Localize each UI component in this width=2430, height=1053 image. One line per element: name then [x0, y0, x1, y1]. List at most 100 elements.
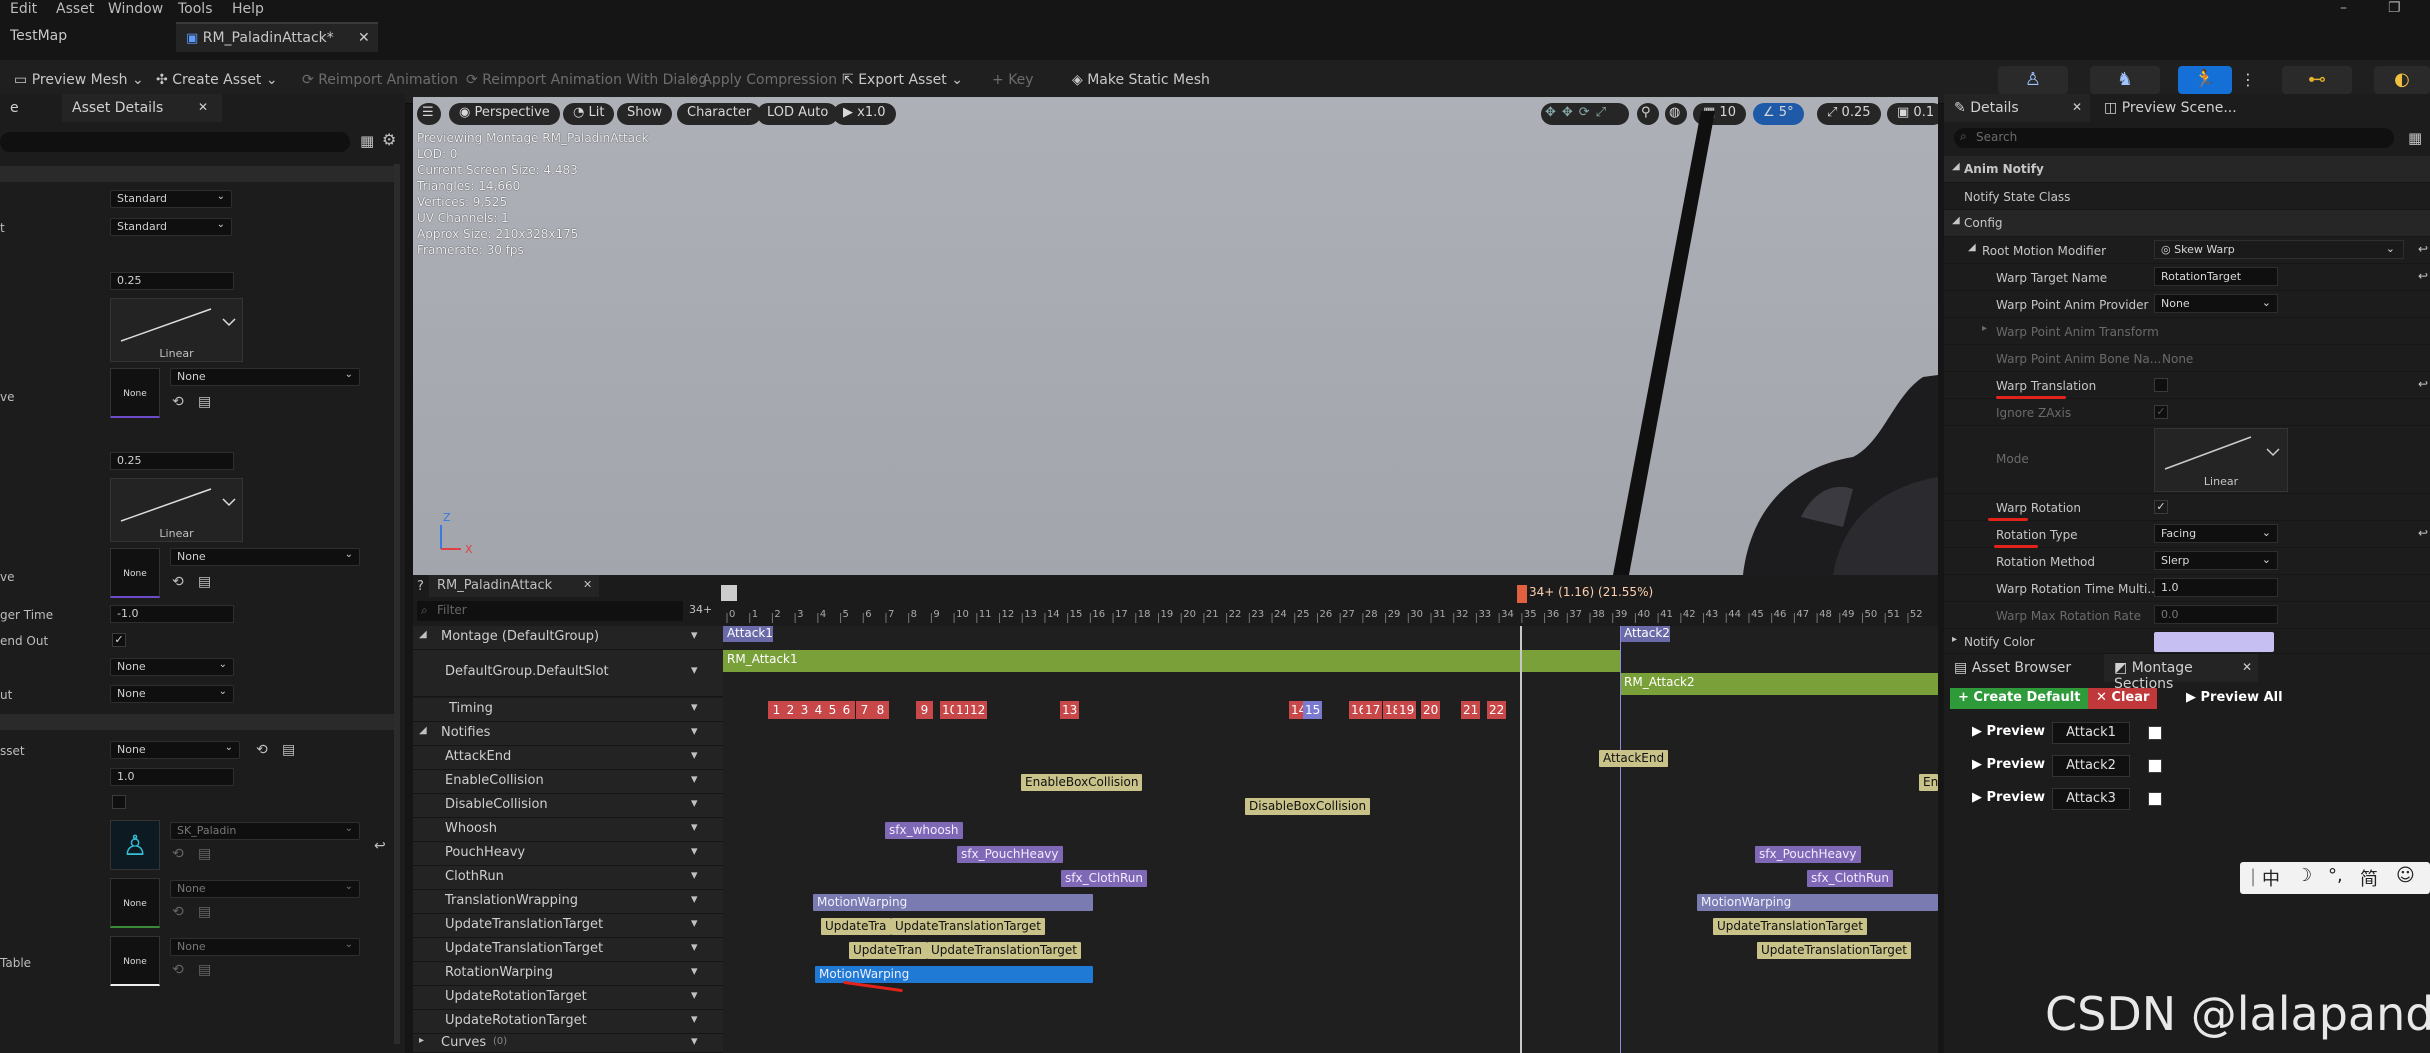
tab-asset-browser[interactable]: ▤ Asset Browser	[1944, 654, 2081, 682]
chevron-down-icon[interactable]: ▾	[691, 820, 698, 835]
notify-sfx-cloth-run[interactable]: sfx_ClothRun	[1807, 870, 1893, 887]
blend-out-curve-preview[interactable]: Linear	[110, 478, 243, 542]
animation-mode-icon[interactable]: 🏃	[2178, 66, 2232, 94]
tab-cut[interactable]: e	[0, 94, 29, 122]
create-asset-button[interactable]: ✣ Create Asset ⌄	[156, 72, 278, 88]
montage-track-header[interactable]: ◢ Montage (DefaultGroup) ▾	[413, 626, 723, 650]
notify-update-translation-target[interactable]: UpdateTranslationTarget	[1713, 918, 1867, 935]
notify-track-row[interactable]: Whoosh ▾	[413, 818, 723, 842]
reset-arrow-icon[interactable]: ↩	[2418, 377, 2428, 391]
blend-out-checkbox[interactable]: ✓	[112, 633, 126, 647]
timing-marker[interactable]: 20	[1421, 701, 1441, 719]
notify-track-row[interactable]: ClothRun ▾	[413, 866, 723, 890]
close-icon[interactable]: ✕	[2242, 660, 2252, 674]
notify-sfx-pouch-heavy[interactable]: sfx_PouchHeavy	[1755, 846, 1861, 863]
blueprint-mode-icon[interactable]: ⊷	[2282, 66, 2352, 94]
notify-update-translation-target[interactable]: UpdateTranslationTarget	[927, 942, 1081, 959]
asset-combo[interactable]: None ⌄	[110, 741, 240, 759]
maximize-icon[interactable]: ❐	[2388, 0, 2401, 16]
close-icon[interactable]: ✕	[358, 30, 370, 46]
menu-window[interactable]: Window	[108, 1, 163, 17]
curve-asset-combo[interactable]: None ⌄	[170, 368, 360, 386]
timing-marker[interactable]: 15	[1303, 701, 1323, 719]
chevron-down-icon[interactable]: ▾	[691, 916, 698, 931]
curve-asset-combo[interactable]: None ⌄	[170, 548, 360, 566]
tab-details[interactable]: ✎ Details ✕	[1944, 94, 2090, 122]
notify-track-row[interactable]: DisableCollision ▾	[413, 794, 723, 818]
track-filter-input[interactable]: ⌕ Filter	[417, 601, 683, 621]
close-icon[interactable]: ✕	[198, 100, 208, 114]
notify-sfx-cloth-run[interactable]: sfx_ClothRun	[1061, 870, 1147, 887]
timing-marker[interactable]: 22	[1487, 701, 1507, 719]
section-checkbox[interactable]	[2148, 759, 2162, 773]
grid-view-icon[interactable]: ▦	[2408, 129, 2422, 147]
notify-track-row[interactable]: UpdateTranslationTarget ▾	[413, 914, 723, 938]
tab-montage[interactable]: RM_PaladinAttack ✕	[429, 575, 599, 597]
warp-rotation-checkbox[interactable]: ✓	[2154, 500, 2168, 514]
rotation-type-combo[interactable]: Facing ⌄	[2154, 524, 2278, 543]
notify-update-translation-target[interactable]: UpdateTranslationTarget	[1757, 942, 1911, 959]
reset-icon[interactable]: ⟲	[256, 742, 268, 758]
warp-rotation-time-field[interactable]: 1.0	[2154, 578, 2278, 597]
reset-arrow-icon[interactable]: ↩	[2418, 269, 2428, 283]
chevron-down-icon[interactable]: ▾	[691, 724, 698, 739]
reset-icon[interactable]: ⟲	[172, 962, 184, 978]
timing-marker[interactable]: 8	[872, 701, 889, 719]
reset-arrow-icon[interactable]: ↩	[374, 838, 386, 854]
notify-motion-warping-selected[interactable]: MotionWarping	[815, 966, 1093, 983]
timing-marker[interactable]: 13	[1060, 701, 1080, 719]
notify-attack-end[interactable]: AttackEnd	[1599, 750, 1669, 767]
close-icon[interactable]: ✕	[2072, 100, 2082, 114]
menu-tools[interactable]: Tools	[178, 1, 213, 17]
notify-track-row[interactable]: PouchHeavy ▾	[413, 842, 723, 866]
notify-track-row[interactable]: AttackEnd ▾	[413, 746, 723, 770]
category-config[interactable]: ◢ Config	[1944, 210, 2430, 237]
section-name-attack1[interactable]: Attack1	[2052, 722, 2130, 744]
option-combo[interactable]: None ⌄	[110, 685, 234, 703]
notify-sfx-pouch-heavy[interactable]: sfx_PouchHeavy	[957, 846, 1063, 863]
tab-montage-sections[interactable]: ◩ Montage Sections ✕	[2104, 654, 2258, 692]
mesh-mode-icon[interactable]: ♞	[2090, 66, 2160, 94]
skeleton-thumbnail-icon[interactable]: ♙	[110, 820, 160, 870]
reimport-dialog-button[interactable]: ⟳ Reimport Animation With Dialog	[466, 72, 707, 88]
reset-arrow-icon[interactable]: ↩	[2418, 242, 2428, 256]
blend-time-field[interactable]: 0.25	[110, 272, 234, 290]
browse-folder-icon[interactable]: ▤	[198, 904, 211, 920]
notify-motion-warping[interactable]: MotionWarping	[1697, 894, 1938, 911]
notify-sfx-whoosh[interactable]: sfx_whoosh	[885, 822, 963, 839]
key-button[interactable]: + Key	[992, 72, 1034, 88]
notify-color-swatch[interactable]	[2154, 632, 2274, 652]
chevron-down-icon[interactable]: ▾	[691, 868, 698, 883]
section-checkbox[interactable]	[2148, 726, 2162, 740]
notify-track-row[interactable]: RotationWarping ▾	[413, 962, 723, 986]
timing-marker[interactable]: 19	[1397, 701, 1417, 719]
timing-marker[interactable]: 7	[856, 701, 873, 719]
table-combo[interactable]: None ⌄	[170, 938, 360, 956]
ime-chinese-icon[interactable]: 中	[2262, 865, 2280, 891]
notifies-track-header[interactable]: ◢ Notifies ▾	[413, 722, 723, 746]
table-thumbnail[interactable]: None	[110, 936, 160, 986]
notify-motion-warping[interactable]: MotionWarping	[813, 894, 1093, 911]
physics-mode-icon[interactable]: ◐	[2374, 66, 2430, 94]
chevron-down-icon[interactable]: ▾	[691, 844, 698, 859]
notify-track-row[interactable]: UpdateRotationTarget ▾	[413, 1010, 723, 1034]
chevron-down-icon[interactable]: ▾	[691, 663, 698, 678]
apply-compression-button[interactable]: ⚡ Apply Compression	[688, 72, 837, 88]
browse-folder-icon[interactable]: ▤	[198, 962, 211, 978]
ime-toolbar[interactable]: | 中 ☽ °, 简 ☺	[2240, 862, 2430, 894]
browse-folder-icon[interactable]: ▤	[282, 742, 295, 758]
chevron-down-icon[interactable]: ▾	[691, 1012, 698, 1027]
chevron-down-icon[interactable]: ▾	[691, 964, 698, 979]
playhead-handle[interactable]	[1517, 585, 1527, 603]
details-search-input[interactable]	[0, 132, 350, 152]
chevron-down-icon[interactable]: ▾	[691, 940, 698, 955]
slot-track[interactable]: DefaultGroup.DefaultSlot ▾	[413, 650, 723, 697]
timing-marker[interactable]: 17	[1363, 701, 1383, 719]
reset-icon[interactable]: ⟲	[172, 846, 184, 862]
chevron-down-icon[interactable]: ▾	[691, 628, 698, 643]
rotation-method-combo[interactable]: Slerp ⌄	[2154, 551, 2278, 570]
help-icon[interactable]: ?	[417, 579, 424, 594]
skeleton-combo[interactable]: SK_Paladin ⌄	[170, 822, 360, 840]
notify-enable-box-collision[interactable]: EnableBoxCollision	[1021, 774, 1143, 791]
menu-edit[interactable]: Edit	[10, 1, 37, 17]
